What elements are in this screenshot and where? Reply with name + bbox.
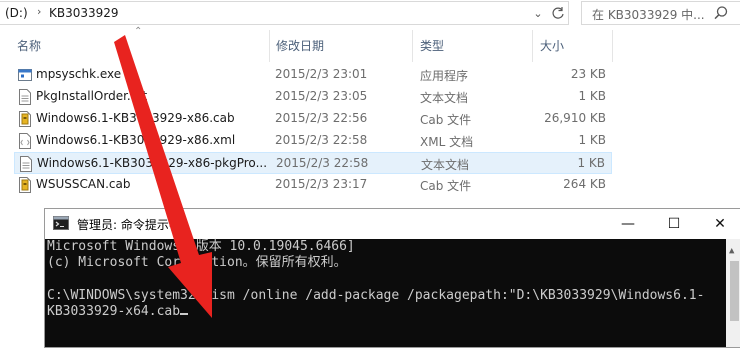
file-date: 2015/2/3 22:56 [275, 111, 368, 125]
console-output[interactable]: Microsoft Windows [版本 10.0.19045.6466] (… [45, 239, 740, 347]
file-date: 2015/2/3 23:17 [275, 177, 368, 191]
file-name: Windows6.1-KB3033929-x86.cab [36, 111, 235, 125]
file-type: XML 文档 [420, 135, 474, 149]
file-name: WSUSSCAN.cab [36, 177, 131, 191]
file-row[interactable]: Windows6.1-KB3033929-x86.cab 2015/2/3 22… [14, 108, 612, 130]
column-divider[interactable] [269, 30, 270, 62]
file-type: 文本文档 [421, 158, 470, 172]
file-row[interactable]: mpsyschk.exe 2015/2/3 23:01 应用程序 23 KB [14, 64, 612, 86]
cmd-app-icon [53, 216, 69, 230]
file-size: 264 KB [563, 177, 606, 191]
file-name: PkgInstallOrder.txt [36, 89, 148, 103]
file-type: Cab 文件 [420, 179, 472, 193]
console-line: KB3033929-x64.cab [47, 304, 189, 320]
file-size: 1 KB [577, 156, 605, 170]
file-type: Cab 文件 [420, 113, 472, 127]
sort-ascending-icon: ⌃ [134, 26, 143, 37]
file-name: Windows6.1-KB3033929-x86.xml [36, 133, 236, 147]
search-input[interactable]: 在 KB3033929 中... [581, 1, 740, 25]
file-size: 26,910 KB [544, 111, 606, 125]
file-row[interactable]: WSUSSCAN.cab 2015/2/3 23:17 Cab 文件 264 K… [14, 174, 612, 196]
chevron-down-icon[interactable]: ⌄ [530, 6, 546, 22]
file-name: Windows6.1-KB3033929-x86-pkgPro... [37, 156, 268, 170]
search-icon[interactable] [713, 5, 729, 21]
breadcrumb-folder[interactable]: KB3033929 [49, 6, 119, 20]
file-name: mpsyschk.exe [36, 67, 122, 81]
file-size: 1 KB [578, 133, 606, 147]
file-date: 2015/2/3 22:58 [275, 133, 368, 147]
cab-file-icon [18, 111, 32, 127]
exe-icon [18, 67, 32, 83]
file-size: 23 KB [570, 67, 606, 81]
address-bar[interactable]: (D:) › KB3033929 ⌄ [0, 1, 569, 25]
column-divider[interactable] [612, 30, 613, 62]
console-line: (c) Microsoft Corporation。保留所有权利。 [47, 255, 347, 270]
column-divider[interactable] [532, 30, 533, 62]
cmd-window-title: 管理员: 命令提示符 [77, 218, 181, 232]
refresh-icon[interactable] [550, 6, 566, 22]
console-line: C:\WINDOWS\system32>dism /online /add-pa… [47, 288, 705, 303]
column-header-size[interactable]: 大小 [540, 36, 564, 56]
breadcrumb-separator[interactable]: › [37, 5, 41, 18]
cab-file-icon [18, 177, 32, 193]
file-type: 应用程序 [420, 69, 469, 83]
file-type: 文本文档 [420, 91, 469, 105]
file-date: 2015/2/3 23:01 [275, 67, 368, 81]
minimize-button[interactable]: — [605, 209, 651, 239]
close-button[interactable]: ✕ [697, 209, 740, 239]
text-file-icon [18, 89, 32, 105]
file-date: 2015/2/3 22:58 [276, 156, 369, 170]
file-row[interactable]: PkgInstallOrder.txt 2015/2/3 23:05 文本文档 … [14, 86, 612, 108]
scroll-thumb[interactable] [730, 261, 739, 321]
text-file-icon [19, 156, 33, 172]
column-divider[interactable] [412, 30, 413, 62]
file-size: 1 KB [578, 89, 606, 103]
column-header-name[interactable]: 名称 [17, 36, 41, 56]
xml-file-icon [18, 133, 32, 149]
file-date: 2015/2/3 23:05 [275, 89, 368, 103]
command-prompt-window[interactable]: 管理员: 命令提示符 — ☐ ✕ Microsoft Windows [版本 1… [44, 208, 740, 348]
file-row-selected[interactable]: Windows6.1-KB3033929-x86-pkgPro... 2015/… [14, 152, 612, 174]
console-line-text: KB3033929-x64.cab [47, 304, 181, 319]
vertical-scrollbar[interactable]: ▲ [726, 239, 740, 347]
text-cursor [180, 313, 189, 315]
console-line: Microsoft Windows [版本 10.0.19045.6466] [47, 239, 355, 254]
file-row[interactable]: Windows6.1-KB3033929-x86.xml 2015/2/3 22… [14, 130, 612, 152]
column-header-date[interactable]: 修改日期 [276, 36, 324, 56]
breadcrumb-drive[interactable]: (D:) [5, 6, 28, 20]
search-placeholder: 在 KB3033929 中... [592, 8, 705, 22]
cmd-title-bar[interactable]: 管理员: 命令提示符 — ☐ ✕ [45, 209, 740, 239]
maximize-button[interactable]: ☐ [651, 209, 697, 239]
column-header-type[interactable]: 类型 [420, 36, 444, 56]
address-row: (D:) › KB3033929 ⌄ 在 KB3033929 中... [0, 0, 740, 28]
scroll-up-arrow-icon[interactable]: ▲ [729, 243, 734, 259]
